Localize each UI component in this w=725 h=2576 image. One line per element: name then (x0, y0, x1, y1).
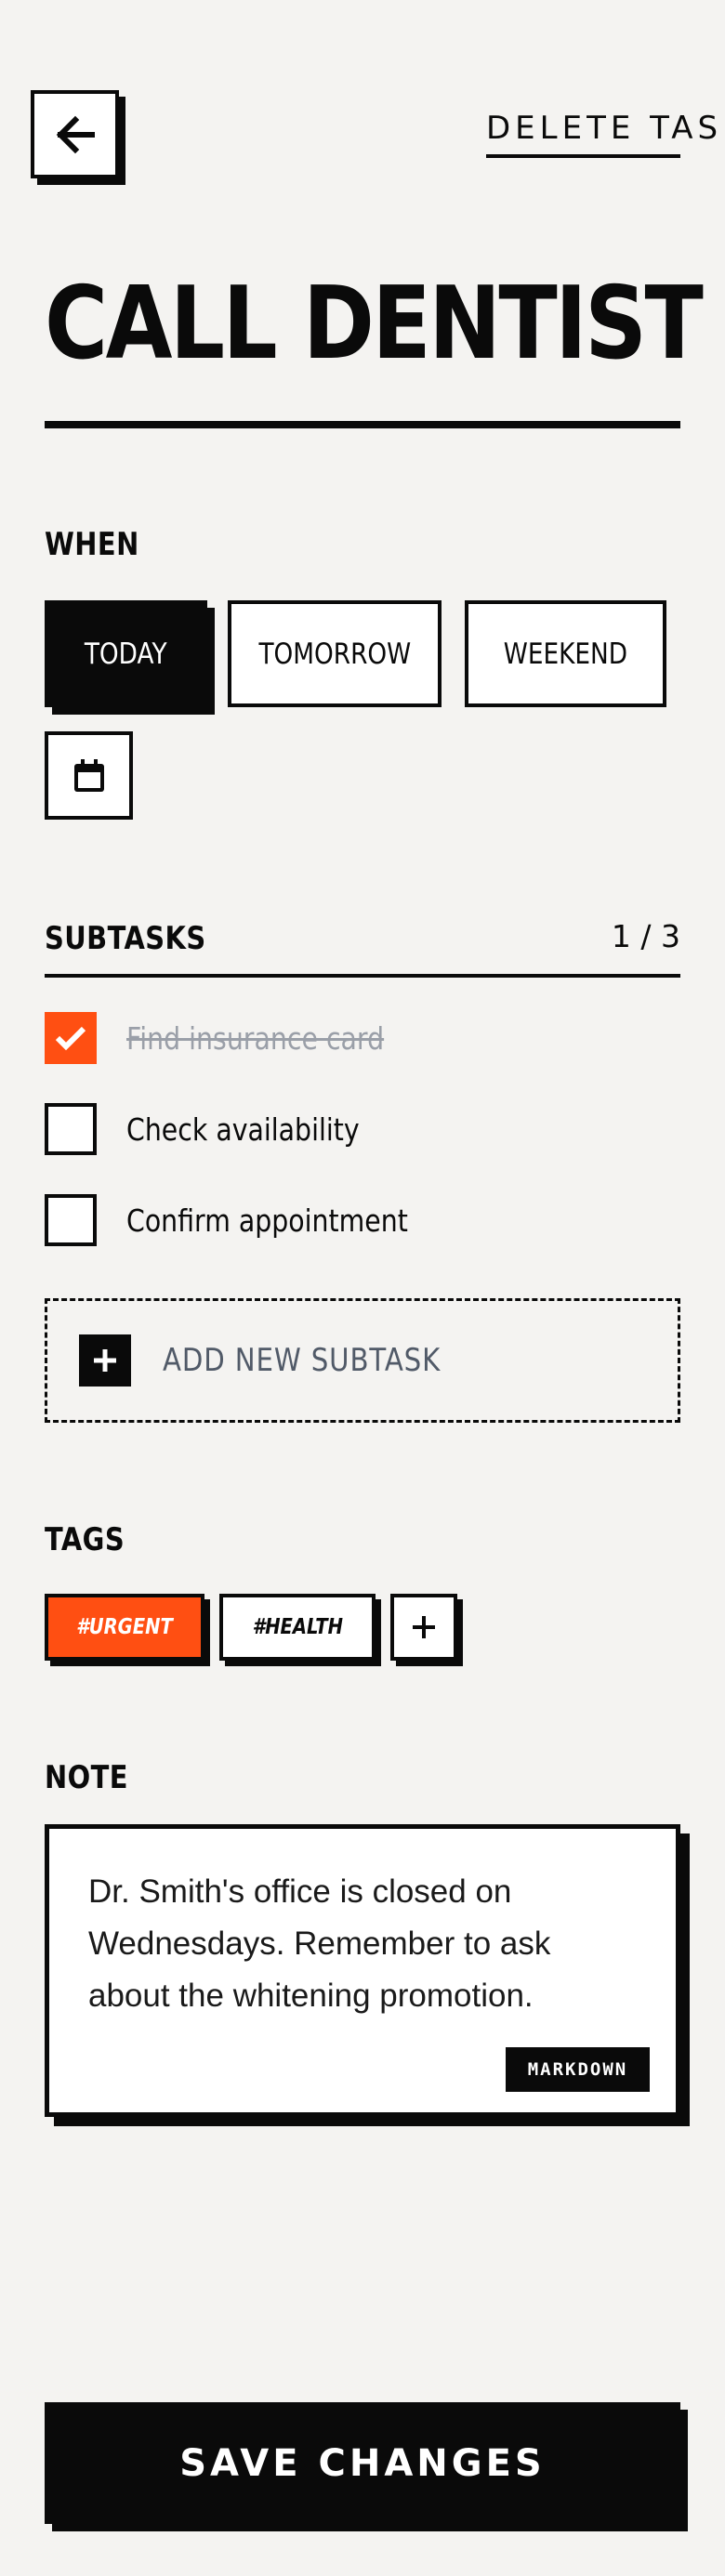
pick-date-button[interactable] (45, 731, 133, 820)
when-option-label: WEEKEND (503, 637, 628, 671)
when-option-today[interactable]: TODAY (45, 600, 207, 707)
note-text[interactable]: Dr. Smith's office is closed on Wednesda… (88, 1866, 639, 2022)
add-subtask-label: ADD NEW SUBTASK (163, 1342, 442, 1379)
tag-urgent[interactable]: #URGENT (45, 1594, 204, 1661)
subtask-checkbox[interactable] (45, 1103, 97, 1155)
task-title[interactable]: CALL DENTIST (45, 274, 704, 375)
markdown-badge: MARKDOWN (506, 2047, 650, 2092)
subtasks-section-label: SUBTASKS (45, 920, 206, 957)
delete-task-link[interactable]: DELETE TASK (486, 110, 725, 158)
when-section-label: WHEN (45, 526, 139, 563)
subtask-label: Confirm appointment (126, 1202, 408, 1239)
note-editor[interactable]: Dr. Smith's office is closed on Wednesda… (45, 1824, 680, 2117)
when-option-weekend[interactable]: WEEKEND (465, 600, 666, 707)
tag-label: #HEALTH (252, 1615, 343, 1639)
subtask-label: Check availability (126, 1111, 360, 1148)
title-divider (45, 421, 680, 428)
arrow-left-icon (56, 115, 95, 153)
when-option-tomorrow[interactable]: TOMORROW (228, 600, 442, 707)
subtask-item[interactable]: Confirm appointment (45, 1194, 454, 1246)
subtask-item[interactable]: Check availability (45, 1103, 397, 1155)
plus-icon (413, 1616, 435, 1638)
tag-label: #URGENT (76, 1615, 173, 1639)
subtasks-divider (45, 974, 680, 978)
when-option-label: TOMORROW (258, 637, 411, 671)
subtask-item[interactable]: Find insurance card (45, 1012, 426, 1064)
tag-health[interactable]: #HEALTH (219, 1594, 376, 1661)
subtask-count: 1 / 3 (611, 918, 680, 954)
back-button[interactable] (31, 90, 119, 178)
when-option-label: TODAY (85, 637, 167, 671)
subtask-label: Find insurance card (126, 1019, 385, 1057)
save-changes-button[interactable]: SAVE CHANGES (45, 2402, 680, 2524)
tags-section-label: TAGS (45, 1521, 125, 1558)
add-tag-button[interactable] (390, 1594, 457, 1661)
note-section-label: NOTE (45, 1759, 128, 1796)
calendar-icon (73, 758, 104, 792)
subtask-checkbox[interactable] (45, 1194, 97, 1246)
subtask-checkbox[interactable] (45, 1012, 97, 1064)
checkmark-icon (55, 1026, 86, 1051)
add-subtask-button[interactable]: ADD NEW SUBTASK (45, 1298, 680, 1423)
plus-icon (79, 1334, 131, 1387)
